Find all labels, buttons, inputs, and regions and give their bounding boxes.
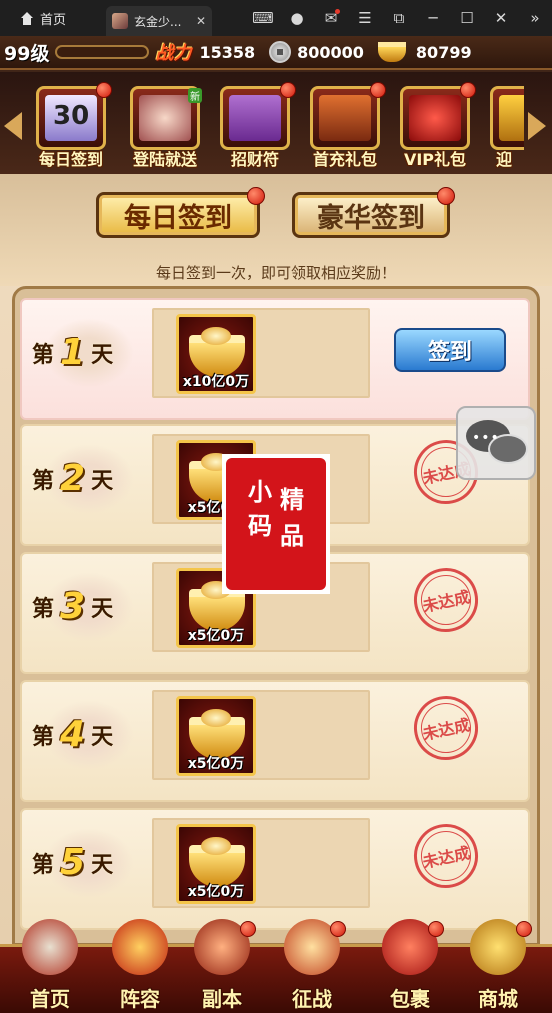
minimize-icon[interactable]: ─ xyxy=(416,0,450,36)
nav-campaign[interactable]: 征战 xyxy=(270,919,354,1013)
badge-dot xyxy=(437,187,455,205)
event-partial[interactable]: 迎 xyxy=(484,86,524,172)
badge-dot xyxy=(330,921,346,937)
day-label: 第1天 xyxy=(32,332,114,373)
badge-dot xyxy=(370,82,386,98)
reward-box: x5亿0万 xyxy=(152,690,370,780)
day-row: 第4天 x5亿0万 未达成 xyxy=(20,680,530,802)
browser-tabbar: 首页 玄金少... ✕ ⌨ ● ✉ ☰ ⧉ ─ ☐ ✕ » xyxy=(0,0,552,36)
bottom-nav: 首页 阵容 副本 征战 包裹 商城 xyxy=(0,919,552,1013)
event-first-recharge[interactable]: 首充礼包 xyxy=(304,82,386,172)
reward-quantity: x5亿0万 xyxy=(187,884,245,900)
reward-quantity: x10亿0万 xyxy=(182,374,250,390)
event-fortune-charm[interactable]: 招财符 xyxy=(214,82,296,172)
badge-dot xyxy=(516,921,532,937)
scroll-right-icon[interactable] xyxy=(528,112,546,140)
user-icon[interactable]: ● xyxy=(280,0,314,36)
game-tab-title: 玄金少... xyxy=(134,14,182,29)
tab-daily-label: 每日签到 xyxy=(124,202,232,234)
silver-value: 800000 xyxy=(297,42,364,62)
day-label: 第2天 xyxy=(32,458,114,499)
day-row: 第5天 x5亿0万 未达成 xyxy=(20,808,530,930)
nav-label: 包裹 xyxy=(390,987,430,1011)
reward-box: x10亿0万 xyxy=(152,308,370,398)
close-icon[interactable]: ✕ xyxy=(484,0,518,36)
home-tab-label: 首页 xyxy=(40,12,67,28)
nav-label: 阵容 xyxy=(120,987,160,1011)
gold-value: 80799 xyxy=(415,42,472,62)
mail-icon[interactable]: ✉ xyxy=(314,0,348,36)
new-badge: 新 xyxy=(188,88,202,103)
power-value: 15358 xyxy=(199,42,256,62)
house-icon xyxy=(22,919,78,975)
tab-close-icon[interactable]: ✕ xyxy=(196,14,206,28)
gold-ingot-item[interactable]: x5亿0万 xyxy=(176,696,256,776)
day-row: 第1天 x10亿0万 签到 xyxy=(20,298,530,420)
event-label: 登陆就送 xyxy=(132,150,197,169)
menu-icon[interactable]: ☰ xyxy=(348,0,382,36)
signin-subtitle: 每日签到一次，即可领取相应奖励！ xyxy=(155,264,396,282)
badge-dot xyxy=(280,82,296,98)
silver-coin-icon xyxy=(269,41,292,63)
gold-ingot-icon xyxy=(377,42,406,62)
game-canvas: 99级 战力 15358 800000 80799 30 每日签到 新 登陆就送… xyxy=(0,36,552,1013)
game-tab[interactable]: 玄金少... ✕ xyxy=(106,6,212,36)
badge-dot xyxy=(460,82,476,98)
power-label: 战力 xyxy=(155,43,192,64)
event-label: 招财符 xyxy=(230,150,279,169)
home-icon xyxy=(20,11,34,25)
event-vip-gift[interactable]: VIP礼包 xyxy=(394,82,476,172)
sign-in-button[interactable]: 签到 xyxy=(394,328,506,372)
nav-bag[interactable]: 包裹 xyxy=(368,919,452,1013)
collapse-icon[interactable]: » xyxy=(518,0,552,36)
nav-label: 征战 xyxy=(292,987,332,1011)
event-label: 迎 xyxy=(495,150,512,169)
status-bar: 99级 战力 15358 800000 80799 xyxy=(0,36,552,70)
event-daily-signin[interactable]: 30 每日签到 xyxy=(30,82,112,172)
popout-icon[interactable]: ⧉ xyxy=(382,0,416,36)
maximize-icon[interactable]: ☐ xyxy=(450,0,484,36)
player-level: 99级 xyxy=(4,42,50,65)
nav-home[interactable]: 首页 xyxy=(8,919,92,1013)
event-icon-row: 30 每日签到 新 登陆就送 招财符 首充礼包 VIP礼包 迎 xyxy=(0,72,552,174)
badge-dot xyxy=(247,187,265,205)
nav-dungeon[interactable]: 副本 xyxy=(180,919,264,1013)
nav-label: 首页 xyxy=(30,987,70,1011)
tab-luxury-label: 豪华签到 xyxy=(317,202,425,234)
tab-daily-signin[interactable]: 每日签到 xyxy=(96,187,265,238)
event-label: VIP礼包 xyxy=(403,150,467,169)
day-label: 第5天 xyxy=(32,842,114,883)
badge-dot xyxy=(240,921,256,937)
badge-dot xyxy=(96,82,112,98)
gamepad-icon[interactable]: ⌨ xyxy=(246,0,280,36)
not-reached-stamp: 未达成 xyxy=(408,562,484,638)
tab-luxury-signin[interactable]: 豪华签到 xyxy=(292,187,455,238)
event-label: 每日签到 xyxy=(38,150,103,169)
gold-ingot-item[interactable]: x10亿0万 xyxy=(176,314,256,394)
not-reached-stamp: 未达成 xyxy=(408,690,484,766)
scroll-left-icon[interactable] xyxy=(4,112,22,140)
not-reached-stamp: 未达成 xyxy=(408,818,484,894)
home-tab[interactable]: 首页 xyxy=(0,0,106,36)
nav-label: 副本 xyxy=(202,987,242,1011)
banner-icon xyxy=(112,919,168,975)
day-label: 第3天 xyxy=(32,586,114,627)
reward-box: x5亿0万 xyxy=(152,818,370,908)
badge-dot xyxy=(428,921,444,937)
chat-bubble-icon[interactable]: ••• xyxy=(456,406,536,480)
reward-quantity: x5亿0万 xyxy=(187,756,245,772)
nav-shop[interactable]: 商城 xyxy=(456,919,540,1013)
game-favicon xyxy=(112,13,128,29)
event-login-gift[interactable]: 新 登陆就送 xyxy=(124,86,206,172)
nav-label: 商城 xyxy=(478,987,518,1011)
nav-lineup[interactable]: 阵容 xyxy=(98,919,182,1013)
day-label: 第4天 xyxy=(32,714,114,755)
gold-ingot-item[interactable]: x5亿0万 xyxy=(176,824,256,904)
event-label: 首充礼包 xyxy=(312,150,377,169)
watermark-seal: 小 精 码 品 xyxy=(222,454,330,594)
reward-quantity: x5亿0万 xyxy=(187,628,245,644)
xp-bar xyxy=(55,45,150,59)
calendar-icon: 30 xyxy=(53,101,90,131)
